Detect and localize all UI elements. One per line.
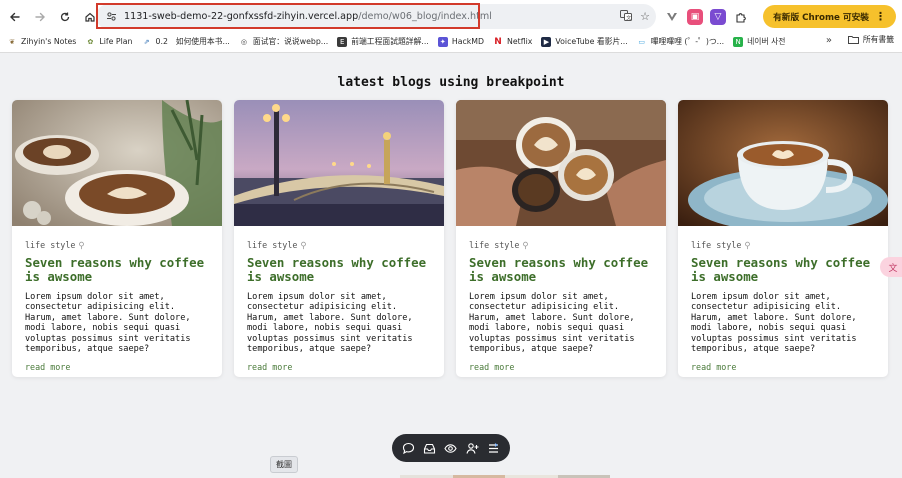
bookmark-item[interactable]: N Netflix <box>493 37 532 47</box>
card-title: Seven reasons why coffee is awsome <box>469 255 649 284</box>
card-description: Lorem ipsum dolor sit amet, consectetur … <box>469 292 635 355</box>
add-user-icon[interactable] <box>464 440 480 456</box>
card-title: Seven reasons why coffee is awsome <box>247 255 427 284</box>
latte-coffee-photo <box>12 100 222 226</box>
bookmark-item[interactable]: E 前端工程面試題詳解... <box>337 36 429 47</box>
coffee-cheers-photo <box>456 100 666 226</box>
bookmark-item[interactable]: ✦ HackMD <box>437 36 484 47</box>
card-category: life style ⚲ <box>247 240 307 250</box>
read-more-link[interactable]: read more <box>247 362 292 372</box>
card-category: life style ⚲ <box>691 240 751 250</box>
blog-card: life style ⚲ Seven reasons why coffee is… <box>12 100 222 377</box>
pin-icon: ⚲ <box>300 240 307 250</box>
card-description: Lorem ipsum dolor sit amet, consectetur … <box>25 292 191 355</box>
url-text[interactable]: 1131-sweb-demo-22-gonfxssfd-zihyin.verce… <box>124 11 492 22</box>
leaf-icon: ✿ <box>87 37 94 46</box>
bookmark-item[interactable]: ⇗ 0.2 如何使用本书... <box>142 36 230 47</box>
pin-icon: ⚲ <box>744 240 751 250</box>
bookmark-item[interactable]: ▭ 嗶哩嗶哩 (゜-゜)つ... <box>637 36 724 47</box>
leaf-icon: ❦ <box>9 37 15 46</box>
pin-icon: ⚲ <box>78 240 85 250</box>
forward-icon[interactable] <box>29 6 51 28</box>
reload-icon[interactable] <box>54 6 76 28</box>
play-icon: ▶ <box>541 36 552 47</box>
translate-float-button[interactable]: 文 <box>880 257 902 277</box>
blog-card: life style ⚲ Seven reasons why coffee is… <box>456 100 666 377</box>
naver-icon: N <box>733 36 744 47</box>
back-icon[interactable] <box>4 6 26 28</box>
translate-icon: 文 <box>888 263 898 274</box>
screenshot-tooltip: 截圖 <box>270 456 298 473</box>
card-title: Seven reasons why coffee is awsome <box>691 255 871 284</box>
site-settings-icon[interactable] <box>102 8 120 26</box>
tv-icon: ▭ <box>638 37 646 46</box>
chat-bubble-icon[interactable] <box>401 440 417 456</box>
bookmark-item[interactable]: ❦ Zihyin's Notes <box>7 37 76 47</box>
bookmark-item[interactable]: N 네이버 사전 <box>733 36 785 47</box>
chart-icon: ⇗ <box>143 37 150 46</box>
bookmark-item[interactable]: ▶ VoiceTube 看影片... <box>541 36 628 47</box>
bookmark-item[interactable]: ◎ 面试官：说说webp... <box>239 36 328 47</box>
card-description: Lorem ipsum dolor sit amet, consectetur … <box>691 292 857 355</box>
blog-card: life style ⚲ Seven reasons why coffee is… <box>678 100 888 377</box>
folder-icon <box>847 36 859 44</box>
browser-toolbar: 1131-sweb-demo-22-gonfxssfd-zihyin.verce… <box>0 0 902 35</box>
hackmd-icon: ✦ <box>437 36 448 47</box>
page-title: latest blogs using breakpoint <box>337 75 565 90</box>
pin-icon: ⚲ <box>522 240 529 250</box>
read-more-link[interactable]: read more <box>25 362 70 372</box>
address-bar[interactable]: 1131-sweb-demo-22-gonfxssfd-zihyin.verce… <box>96 4 656 29</box>
inbox-icon[interactable] <box>422 440 438 456</box>
puzzle-extensions-icon[interactable] <box>733 9 749 25</box>
paris-bridge-photo <box>234 100 444 226</box>
blog-card-list: life style ⚲ Seven reasons why coffee is… <box>12 100 888 377</box>
blog-card: life style ⚲ Seven reasons why coffee is… <box>234 100 444 377</box>
doc-icon: E <box>337 36 348 47</box>
svg-text:文: 文 <box>626 14 631 21</box>
vee-extension-icon[interactable] <box>664 9 680 25</box>
bookmarks-bar: ❦ Zihyin's Notes ✿ Life Plan ⇗ 0.2 如何使用本… <box>0 31 902 53</box>
card-category: life style ⚲ <box>25 240 85 250</box>
page-viewport: latest blogs using breakpoint life style… <box>0 53 902 478</box>
card-title: Seven reasons why coffee is awsome <box>25 255 205 284</box>
pink-extension-icon[interactable]: ▣ <box>687 9 703 25</box>
bookmarks-overflow-icon[interactable]: » <box>826 35 832 46</box>
eye-icon[interactable] <box>443 440 459 456</box>
card-description: Lorem ipsum dolor sit amet, consectetur … <box>247 292 413 355</box>
read-more-link[interactable]: read more <box>469 362 514 372</box>
screenshot-toolbar <box>392 434 510 462</box>
globe-icon: ◎ <box>240 37 247 46</box>
more-menu-icon[interactable]: ⋮ <box>875 10 886 23</box>
chrome-update-button[interactable]: 有新版 Chrome 可安裝 ⋮ <box>763 5 896 28</box>
bookmark-star-icon[interactable]: ☆ <box>640 10 650 23</box>
purple-extension-icon[interactable]: ▽ <box>710 9 726 25</box>
all-bookmarks-folder[interactable]: 所有書籤 <box>847 34 894 45</box>
card-category: life style ⚲ <box>469 240 529 250</box>
netflix-icon: N <box>494 36 502 47</box>
bookmark-item[interactable]: ✿ Life Plan <box>85 37 132 47</box>
read-more-link[interactable]: read more <box>691 362 736 372</box>
blue-cup-coffee-photo <box>678 100 888 226</box>
list-icon[interactable] <box>485 440 501 456</box>
translate-icon[interactable]: 文 <box>620 9 633 24</box>
